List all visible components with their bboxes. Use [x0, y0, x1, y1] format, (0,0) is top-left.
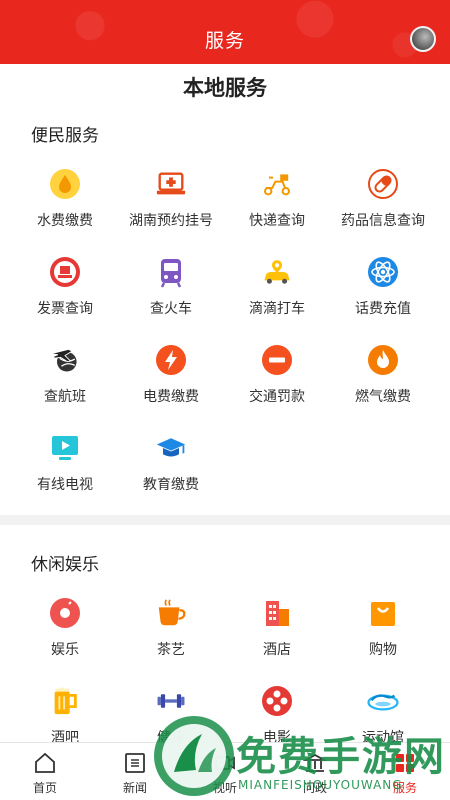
graduation-cap-icon: [155, 432, 187, 464]
bottom-tab-bar: 首页 新闻 视听 问政 服务: [0, 742, 450, 800]
page-title: 本地服务: [183, 76, 267, 100]
hotel-building-icon: [261, 597, 293, 629]
service-icon: [393, 751, 417, 775]
tab-service[interactable]: 服务: [360, 743, 450, 800]
delivery-scooter-icon: [261, 168, 293, 200]
tv-play-icon: [49, 432, 81, 464]
service-item-cable-tv[interactable]: 有线电视: [12, 432, 118, 512]
flame-icon: [367, 344, 399, 376]
music-disc-icon: [49, 597, 81, 629]
invoice-seal-icon: [49, 256, 81, 288]
lightning-icon: [155, 344, 187, 376]
beer-mug-icon: [49, 685, 81, 717]
leisure-item-entertainment[interactable]: 娱乐: [12, 597, 118, 677]
service-item-drug-info[interactable]: 药品信息查询: [330, 168, 436, 248]
service-item-train[interactable]: 查火车: [118, 256, 224, 336]
service-item-traffic-fine[interactable]: 交通罚款: [224, 344, 330, 424]
water-drop-icon: [49, 168, 81, 200]
pill-icon: [367, 168, 399, 200]
service-item-invoice[interactable]: 发票查询: [12, 256, 118, 336]
wave-stadium-icon: [367, 685, 399, 717]
government-icon: [302, 751, 328, 775]
home-icon: [33, 751, 57, 775]
service-item-phone-topup[interactable]: 话费充值: [330, 256, 436, 336]
service-item-gas-bill[interactable]: 燃气缴费: [330, 344, 436, 424]
no-entry-icon: [261, 344, 293, 376]
service-item-education-fee[interactable]: 教育缴费: [118, 432, 224, 512]
car-icon: [261, 256, 293, 288]
video-icon: [213, 751, 237, 775]
hospital-laptop-icon: [155, 168, 187, 200]
atom-icon: [367, 256, 399, 288]
leisure-item-tea[interactable]: 茶艺: [118, 597, 224, 677]
film-reel-icon: [261, 685, 293, 717]
section-title-leisure: 休闲娱乐: [31, 555, 99, 575]
airplane-globe-icon: [49, 344, 81, 376]
leisure-item-shopping[interactable]: 购物: [330, 597, 436, 677]
section-divider: [0, 515, 450, 525]
leisure-item-hotel[interactable]: 酒店: [224, 597, 330, 677]
tea-cup-icon: [155, 597, 187, 629]
shopping-bag-icon: [367, 597, 399, 629]
service-item-water-bill[interactable]: 水费缴费: [12, 168, 118, 248]
train-icon: [155, 256, 187, 288]
tab-politics[interactable]: 问政: [270, 743, 360, 800]
news-icon: [123, 751, 147, 775]
service-item-hospital-booking[interactable]: 湖南预约挂号: [118, 168, 224, 248]
dumbbell-icon: [155, 685, 187, 717]
service-item-flight[interactable]: 查航班: [12, 344, 118, 424]
top-header: 服务: [0, 0, 450, 64]
header-title: 服务: [204, 30, 245, 52]
tab-home[interactable]: 首页: [0, 743, 90, 800]
section-title-convenience: 便民服务: [31, 126, 99, 146]
service-item-electric-bill[interactable]: 电费缴费: [118, 344, 224, 424]
avatar[interactable]: [410, 26, 436, 52]
tab-news[interactable]: 新闻: [90, 743, 180, 800]
service-item-didi[interactable]: 滴滴打车: [224, 256, 330, 336]
service-item-express[interactable]: 快递查询: [224, 168, 330, 248]
tab-video[interactable]: 视听: [180, 743, 270, 800]
